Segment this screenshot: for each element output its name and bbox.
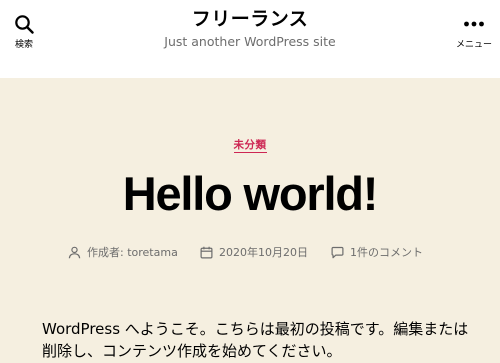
- user-icon: [68, 246, 81, 258]
- post-comments: 1件のコメント: [331, 244, 423, 260]
- menu-toggle[interactable]: メニュー: [454, 14, 494, 54]
- post-date: 2020年10月20日: [200, 244, 308, 260]
- post-category: 未分類: [0, 133, 500, 153]
- site-description: Just another WordPress site: [164, 34, 336, 49]
- site-header: 検索 フリーランス Just another WordPress site メニ…: [0, 0, 500, 78]
- comment-icon: [331, 246, 344, 258]
- ellipsis-icon: [464, 21, 484, 27]
- post-author: 作成者: toretama: [68, 244, 178, 260]
- post-date-link[interactable]: 2020年10月20日: [219, 244, 308, 260]
- post-author-link[interactable]: 作成者: toretama: [87, 244, 178, 260]
- site-title[interactable]: フリーランス: [0, 4, 500, 31]
- calendar-icon: [200, 246, 213, 258]
- post-comments-link[interactable]: 1件のコメント: [350, 244, 423, 260]
- post-content: WordPress へようこそ。こちらは最初の投稿です。編集または削除し、コンテ…: [42, 320, 469, 360]
- post-title[interactable]: Hello world!: [0, 166, 500, 221]
- category-link[interactable]: 未分類: [233, 139, 267, 153]
- menu-toggle-label: メニュー: [455, 40, 492, 50]
